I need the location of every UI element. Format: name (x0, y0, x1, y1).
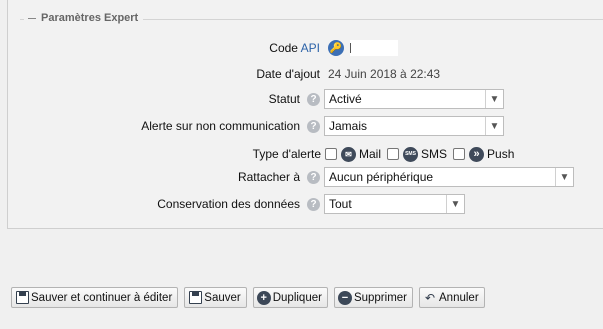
undo-icon: ↶ (424, 290, 436, 305)
chevron-down-icon: ▼ (485, 90, 503, 108)
help-icon[interactable]: ? (307, 197, 320, 211)
statut-select[interactable]: Activé ▼ (324, 89, 504, 109)
alerte-select[interactable]: Jamais ▼ (324, 116, 504, 136)
sms-label: SMS (421, 147, 448, 161)
help-icon[interactable]: ? (307, 170, 320, 184)
row-statut: Statut ? Activé ▼ (0, 89, 603, 109)
row-code-api: Code API 🔑 (0, 38, 603, 58)
push-icon: » (469, 146, 485, 162)
push-checkbox[interactable] (453, 148, 466, 160)
mail-checkbox[interactable] (325, 148, 337, 160)
mail-icon: ✉ (341, 146, 356, 162)
duplicate-icon: + (256, 290, 271, 305)
mail-label: Mail (359, 147, 382, 161)
row-alerte: Alerte sur non communication ? Jamais ▼ (0, 116, 603, 136)
fieldset-legend[interactable]: Paramètres Expert (24, 12, 144, 24)
code-api-label: Code API (269, 41, 320, 55)
key-icon[interactable]: 🔑 (328, 40, 344, 56)
alerte-label: Alerte sur non communication ? (141, 119, 320, 133)
type-alerte-label: Type d'alerte (252, 147, 321, 161)
row-type-alerte: Type d'alerte ✉ Mail SMS SMS » Push (0, 144, 603, 164)
cancel-button[interactable]: ↶ Annuler (419, 287, 485, 308)
save-button[interactable]: Sauver (184, 287, 247, 308)
help-icon[interactable]: ? (307, 119, 320, 133)
legend-label: Paramètres Expert (41, 12, 139, 24)
chevron-down-icon: ▼ (555, 168, 573, 186)
action-bar: Sauver et continuer à éditer Sauver + Du… (11, 287, 485, 308)
row-date-ajout: Date d'ajout 24 Juin 2018 à 22:43 (0, 64, 603, 84)
conservation-select[interactable]: Tout ▼ (324, 194, 465, 214)
delete-icon: − (337, 290, 352, 305)
chevron-down-icon: ▼ (485, 117, 503, 135)
save-continue-button[interactable]: Sauver et continuer à éditer (11, 287, 179, 308)
collapse-icon[interactable] (28, 17, 36, 19)
duplicate-button[interactable]: + Dupliquer (252, 287, 328, 308)
push-label: Push (487, 147, 515, 161)
delete-button[interactable]: − Supprimer (333, 287, 414, 308)
row-rattacher: Rattacher à ? Aucun périphérique ▼ (0, 167, 603, 187)
date-ajout-label: Date d'ajout (256, 67, 320, 81)
save-icon (188, 291, 202, 305)
api-code-field[interactable] (350, 40, 398, 56)
api-link[interactable]: API (301, 41, 320, 55)
save-icon (15, 291, 29, 305)
row-conservation: Conservation des données ? Tout ▼ (0, 194, 603, 214)
conservation-label: Conservation des données ? (157, 197, 320, 211)
rattacher-label: Rattacher à ? (238, 170, 320, 184)
help-icon[interactable]: ? (307, 92, 320, 106)
rattacher-select[interactable]: Aucun périphérique ▼ (324, 167, 574, 187)
date-ajout-value: 24 Juin 2018 à 22:43 (328, 67, 441, 81)
sms-icon: SMS (403, 146, 419, 162)
chevron-down-icon: ▼ (446, 195, 464, 213)
statut-label: Statut ? (269, 92, 320, 106)
sms-checkbox[interactable] (387, 148, 400, 160)
